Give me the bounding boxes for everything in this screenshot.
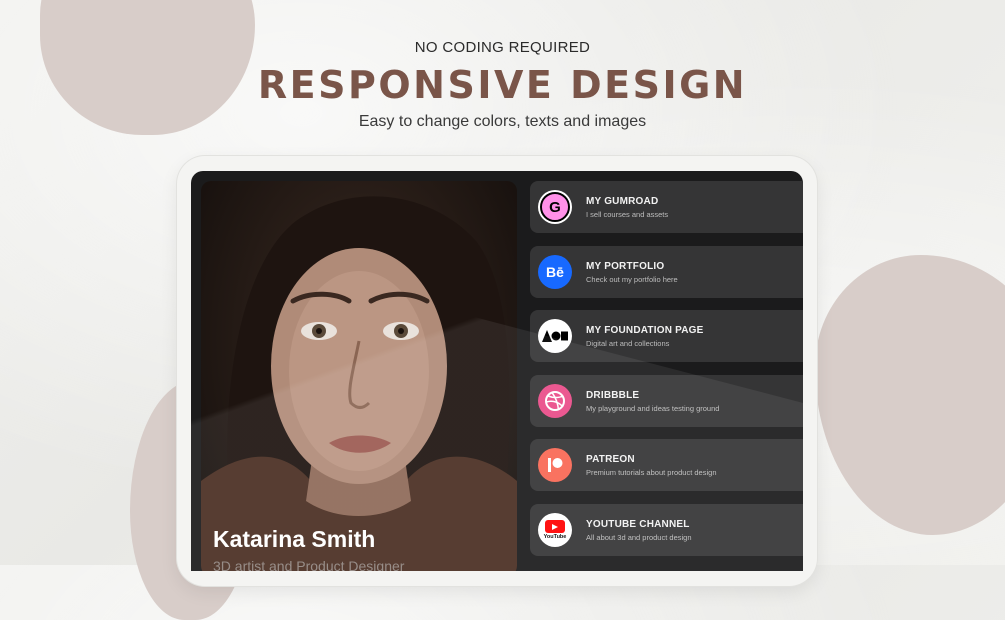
link-card-foundation[interactable]: MY FOUNDATION PAGE Digital art and colle… (530, 310, 803, 362)
link-card-gumroad[interactable]: G MY GUMROAD I sell courses and assets (530, 181, 803, 233)
gumroad-icon: G (538, 190, 572, 224)
link-title: MY GUMROAD (586, 196, 659, 207)
link-subtitle: Premium tutorials about product design (586, 468, 717, 477)
link-card-dribbble[interactable]: DRIBBBLE My playground and ideas testing… (530, 375, 803, 427)
eyebrow-text: NO CODING REQUIRED (414, 39, 591, 56)
portrait-illustration (201, 196, 517, 571)
patreon-icon (538, 448, 572, 482)
foundation-icon (538, 319, 572, 353)
link-title: MY PORTFOLIO (586, 261, 665, 272)
link-title: MY FOUNDATION PAGE (586, 325, 704, 336)
tablet-screen: Katarina Smith 3D artist and Product Des… (191, 171, 803, 571)
link-title: YOUTUBE CHANNEL (586, 519, 690, 530)
link-subtitle: I sell courses and assets (586, 210, 669, 219)
link-subtitle: Check out my portfolio here (586, 275, 678, 284)
link-title: PATREON (586, 454, 635, 465)
link-card-patreon[interactable]: PATREON Premium tutorials about product … (530, 439, 803, 491)
decorative-blob-right (815, 255, 1005, 535)
link-card-youtube[interactable]: YouTube YOUTUBE CHANNEL All about 3d and… (530, 504, 803, 556)
link-subtitle: All about 3d and product design (586, 533, 692, 542)
behance-icon: Bē (538, 255, 572, 289)
headline: RESPONSIVE DESIGN (257, 63, 748, 107)
profile-photo: Katarina Smith 3D artist and Product Des… (201, 181, 517, 571)
link-subtitle: Digital art and collections (586, 339, 670, 348)
subheadline: Easy to change colors, texts and images (358, 113, 647, 130)
profile-name: Katarina Smith (213, 526, 376, 552)
link-title: DRIBBBLE (586, 390, 640, 401)
link-card-portfolio[interactable]: Bē MY PORTFOLIO Check out my portfolio h… (530, 246, 803, 298)
dribbble-icon (538, 384, 572, 418)
link-subtitle: My playground and ideas testing ground (586, 404, 720, 413)
youtube-icon: YouTube (538, 513, 572, 547)
